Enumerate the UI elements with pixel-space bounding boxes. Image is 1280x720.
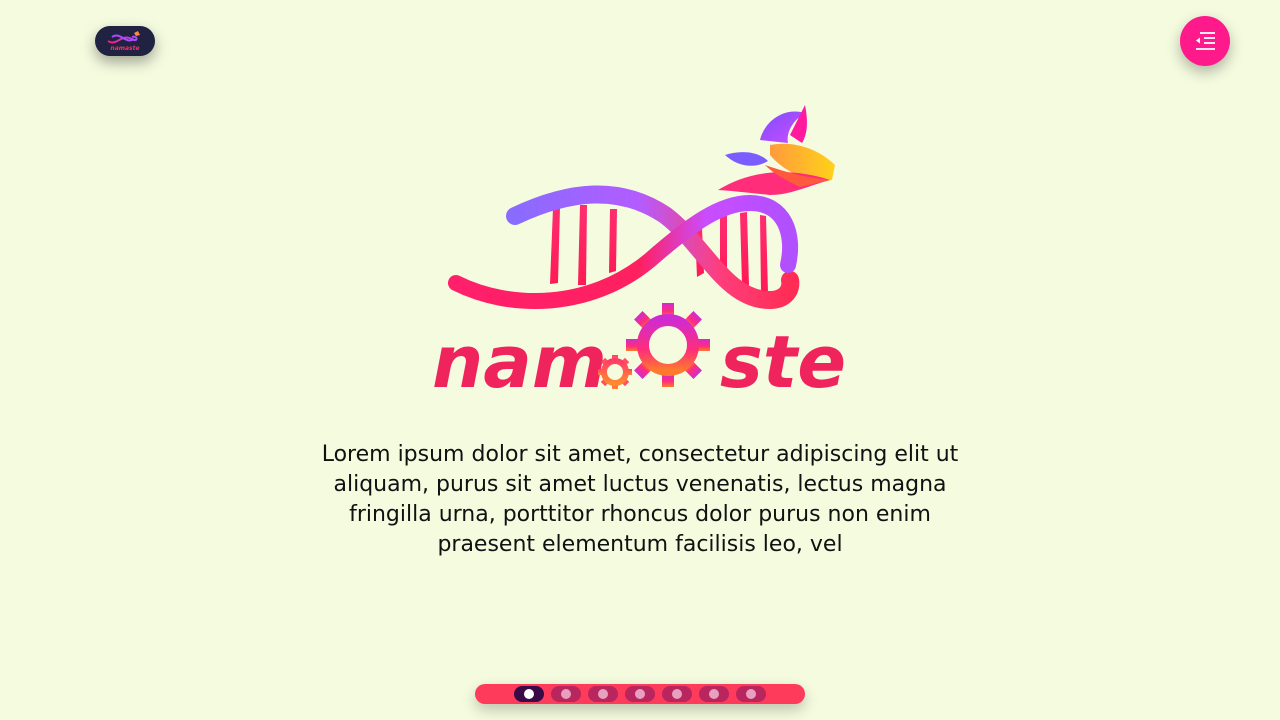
home-logo-button[interactable]: namaste bbox=[95, 26, 155, 56]
slide-pager bbox=[475, 684, 805, 704]
menu-indent-icon bbox=[1196, 32, 1215, 50]
menu-button[interactable] bbox=[1180, 16, 1230, 66]
pager-dot-7[interactable] bbox=[736, 686, 766, 702]
pager-dot-1[interactable] bbox=[514, 686, 544, 702]
hero-logo: nam ste bbox=[432, 105, 846, 400]
small-gear-icon bbox=[598, 355, 632, 389]
pager-dot-4[interactable] bbox=[625, 686, 655, 702]
logo-text-ste: ste bbox=[720, 320, 846, 400]
mini-logo-text: namaste bbox=[110, 45, 139, 52]
bird-icon bbox=[718, 105, 835, 195]
pager-dot-3[interactable] bbox=[588, 686, 618, 702]
hero-description: Lorem ipsum dolor sit amet, consectetur … bbox=[321, 442, 959, 557]
pager-dot-2[interactable] bbox=[551, 686, 581, 702]
pager-dot-5[interactable] bbox=[662, 686, 692, 702]
big-gear-icon bbox=[626, 303, 710, 387]
pager-dot-6[interactable] bbox=[699, 686, 729, 702]
logo-text-nam: nam bbox=[432, 320, 607, 400]
namaste-logo-icon: namaste bbox=[107, 31, 140, 52]
